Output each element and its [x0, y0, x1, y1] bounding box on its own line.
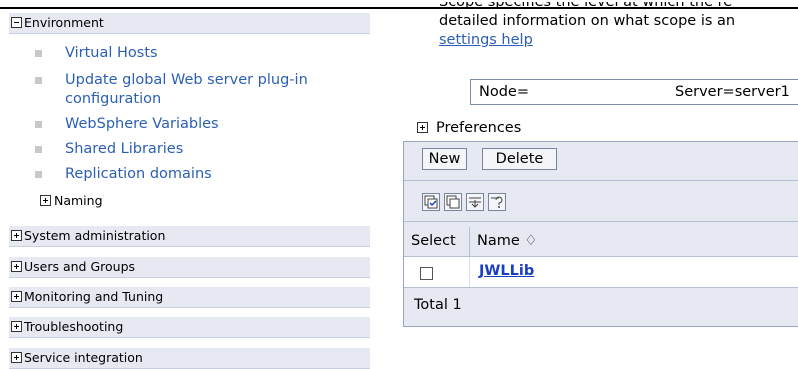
- nav-section-system-administration[interactable]: System administration: [9, 226, 370, 247]
- bullet-icon: [35, 121, 42, 128]
- row-select-checkbox[interactable]: [420, 267, 433, 280]
- expand-icon[interactable]: [11, 291, 22, 302]
- scope-server-label: Server=server1: [675, 84, 790, 100]
- nav-item-label[interactable]: WebSphere Variables: [65, 114, 219, 134]
- preferences-label: Preferences: [436, 120, 522, 136]
- deselect-all-icon[interactable]: [444, 193, 462, 211]
- nav-subsection-label: Naming: [54, 193, 103, 208]
- expand-icon[interactable]: [417, 122, 428, 133]
- nav-section-label: Users and Groups: [24, 259, 136, 274]
- nav-section-label: Service integration: [24, 350, 143, 365]
- show-filter-icon[interactable]: [466, 193, 484, 211]
- clear-filter-icon[interactable]: [488, 193, 506, 211]
- expand-icon[interactable]: [11, 261, 22, 272]
- column-divider: [469, 257, 470, 287]
- sort-icon[interactable]: ♢: [524, 233, 537, 249]
- collapse-icon[interactable]: [11, 17, 22, 28]
- navigation-tree: Environment Virtual Hosts Update global …: [0, 0, 373, 369]
- preferences-toggle[interactable]: Preferences: [417, 118, 521, 138]
- scope-text-line-cut: Scope specifies the level at which the r…: [439, 2, 733, 10]
- expand-icon[interactable]: [11, 352, 22, 363]
- content-area: Scope specifies the level at which the r…: [373, 0, 798, 364]
- total-count: Total 1: [414, 297, 462, 313]
- new-button[interactable]: New: [422, 148, 467, 170]
- settings-help-link[interactable]: settings help: [439, 31, 798, 50]
- icon-toolbar-divider: [404, 221, 798, 222]
- nav-section-label: System administration: [24, 228, 166, 243]
- nav-section-label: Environment: [24, 15, 104, 30]
- expand-icon[interactable]: [40, 195, 51, 206]
- select-all-icon[interactable]: [422, 193, 440, 211]
- nav-item-label[interactable]: Replication domains: [65, 164, 212, 184]
- nav-section-environment[interactable]: Environment: [9, 13, 370, 34]
- row-divider: [404, 287, 798, 288]
- nav-item-label[interactable]: Virtual Hosts: [65, 43, 158, 63]
- bullet-icon: [35, 77, 42, 84]
- library-name-link[interactable]: JWLLib: [479, 263, 534, 279]
- delete-button[interactable]: Delete: [482, 148, 557, 170]
- nav-item-label[interactable]: Update global Web server plug-in: [65, 70, 308, 90]
- column-header-name[interactable]: Name ♢: [477, 227, 537, 256]
- nav-section-service-integration[interactable]: Service integration: [9, 348, 370, 369]
- table-row: JWLLib: [404, 257, 798, 287]
- table-header: Select Name ♢: [404, 227, 798, 256]
- nav-item-label[interactable]: Shared Libraries: [65, 139, 183, 159]
- scope-selector: Node= Server=server1: [470, 79, 798, 105]
- scope-text-line: detailed information on what scope is an: [439, 13, 736, 29]
- bullet-icon: [35, 171, 42, 178]
- nav-subsection-naming[interactable]: Naming: [40, 192, 103, 210]
- nav-section-label: Troubleshooting: [24, 319, 124, 334]
- scope-node-label: Node=: [479, 84, 529, 100]
- shared-libraries-collection: New Delete Select Name ♢ JWLLib Total 1: [403, 141, 798, 327]
- bullet-icon: [35, 146, 42, 153]
- toolbar-divider: [404, 180, 798, 181]
- nav-item-label-line2[interactable]: configuration: [65, 89, 161, 109]
- nav-section-label: Monitoring and Tuning: [24, 289, 164, 304]
- scope-description: Scope specifies the level at which the r…: [439, 2, 798, 50]
- expand-icon[interactable]: [11, 321, 22, 332]
- bullet-icon: [35, 50, 42, 57]
- expand-icon[interactable]: [11, 230, 22, 241]
- column-header-select: Select: [411, 233, 456, 249]
- nav-section-users-and-groups[interactable]: Users and Groups: [9, 257, 370, 278]
- nav-section-monitoring-and-tuning[interactable]: Monitoring and Tuning: [9, 287, 370, 308]
- column-divider: [469, 227, 470, 256]
- nav-section-troubleshooting[interactable]: Troubleshooting: [9, 317, 370, 338]
